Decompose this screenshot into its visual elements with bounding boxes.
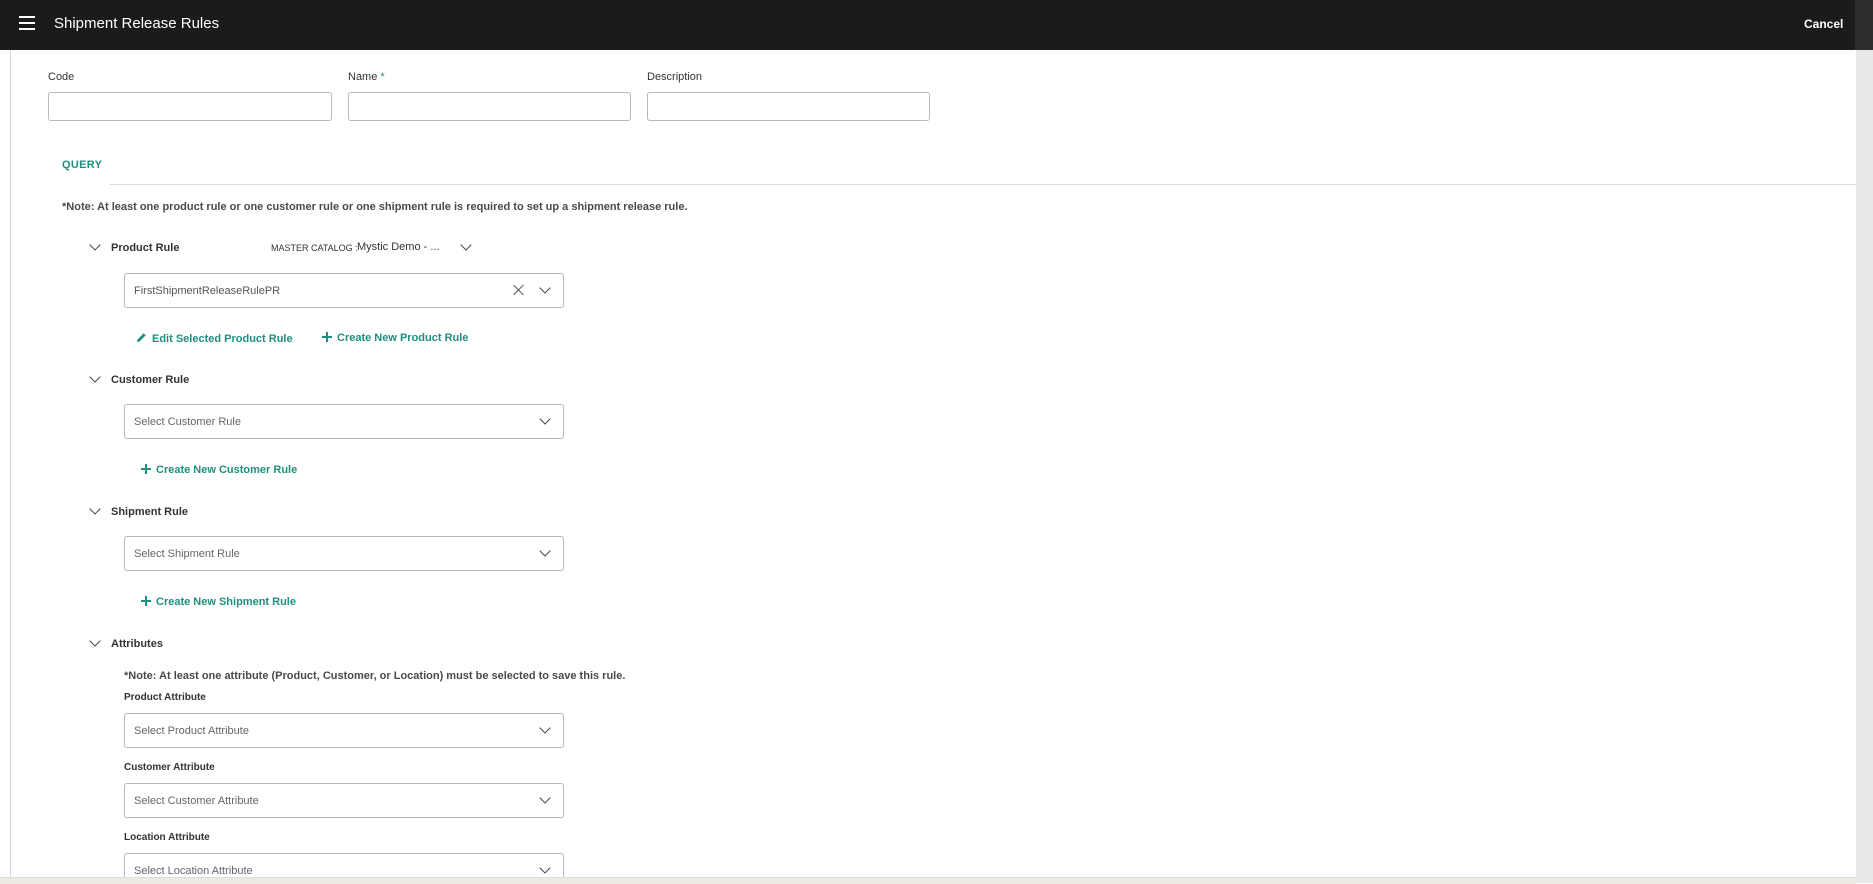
product-rule-selected-value: FirstShipmentReleaseRulePR <box>134 285 281 297</box>
chevron-down-icon <box>539 545 551 557</box>
chevron-down-icon <box>89 635 101 647</box>
master-catalog-select[interactable]: Mystic Demo - ... <box>357 241 440 253</box>
customer-rule-placeholder: Select Customer Rule <box>134 416 241 428</box>
create-customer-rule-label: Create New Customer Rule <box>156 464 298 476</box>
attributes-note: *Note: At least one attribute (Product, … <box>124 670 626 682</box>
section-divider <box>110 184 1856 185</box>
chevron-down-icon[interactable] <box>460 239 472 251</box>
customer-attribute-label: Customer Attribute <box>124 762 215 773</box>
chevron-down-icon <box>539 722 551 734</box>
left-divider <box>10 50 11 883</box>
product-rule-collapse-toggle[interactable] <box>88 239 102 255</box>
customer-rule-collapse-toggle[interactable] <box>88 371 102 387</box>
chevron-down-icon <box>89 239 101 251</box>
location-attribute-select[interactable]: Select Location Attribute <box>124 853 564 877</box>
query-note: *Note: At least one product rule or one … <box>62 201 688 213</box>
customer-attribute-select[interactable]: Select Customer Attribute <box>124 783 564 818</box>
customer-attribute-placeholder: Select Customer Attribute <box>134 795 259 807</box>
name-label-text: Name <box>348 71 378 83</box>
attributes-collapse-toggle[interactable] <box>88 635 102 651</box>
customer-rule-select[interactable]: Select Customer Rule <box>124 404 564 439</box>
chevron-down-icon <box>89 371 101 383</box>
product-attribute-placeholder: Select Product Attribute <box>134 725 249 737</box>
cancel-button[interactable]: Cancel <box>1804 17 1843 31</box>
product-attribute-label: Product Attribute <box>124 692 206 703</box>
plus-icon <box>141 596 151 606</box>
page-title: Shipment Release Rules <box>54 15 220 32</box>
chevron-down-icon <box>539 862 551 874</box>
close-icon[interactable] <box>512 283 526 297</box>
create-shipment-rule-button[interactable]: Create New Shipment Rule <box>141 596 296 608</box>
customer-rule-title: Customer Rule <box>111 374 190 386</box>
product-attribute-select[interactable]: Select Product Attribute <box>124 713 564 748</box>
location-attribute-placeholder: Select Location Attribute <box>134 865 253 877</box>
pencil-icon <box>136 333 146 343</box>
description-field[interactable] <box>647 92 930 121</box>
location-attribute-label: Location Attribute <box>124 832 210 843</box>
shipment-rule-title: Shipment Rule <box>111 506 189 518</box>
right-side-panel <box>1856 50 1873 883</box>
tab-query[interactable]: QUERY <box>62 159 102 171</box>
create-customer-rule-button[interactable]: Create New Customer Rule <box>141 464 297 476</box>
edit-product-rule-label: Edit Selected Product Rule <box>152 333 293 345</box>
chevron-down-icon <box>89 503 101 515</box>
product-rule-title: Product Rule <box>111 242 180 254</box>
master-catalog-label: MASTER CATALOG : <box>271 243 358 253</box>
description-label: Description <box>647 71 703 83</box>
attributes-title: Attributes <box>111 638 163 650</box>
top-bar: Shipment Release Rules Cancel <box>0 0 1873 50</box>
name-field[interactable] <box>348 92 631 121</box>
chevron-down-icon <box>539 282 551 294</box>
code-label: Code <box>48 71 75 83</box>
plus-icon <box>141 464 151 474</box>
product-rule-select[interactable]: FirstShipmentReleaseRulePR <box>124 273 564 308</box>
hamburger-menu-icon[interactable] <box>19 16 35 32</box>
shipment-rule-placeholder: Select Shipment Rule <box>134 548 240 560</box>
create-shipment-rule-label: Create New Shipment Rule <box>156 596 296 608</box>
required-mark: * <box>380 71 385 83</box>
topbar-overflow-tab[interactable] <box>1855 0 1873 50</box>
code-field[interactable] <box>48 92 332 121</box>
plus-icon <box>322 332 332 342</box>
shipment-rule-collapse-toggle[interactable] <box>88 503 102 519</box>
chevron-down-icon <box>539 792 551 804</box>
chevron-down-icon <box>539 413 551 425</box>
edit-product-rule-button[interactable]: Edit Selected Product Rule <box>136 332 293 345</box>
create-product-rule-button[interactable]: Create New Product Rule <box>322 332 468 344</box>
shipment-rule-select[interactable]: Select Shipment Rule <box>124 536 564 571</box>
name-label: Name * <box>348 71 385 83</box>
create-product-rule-label: Create New Product Rule <box>337 332 469 344</box>
